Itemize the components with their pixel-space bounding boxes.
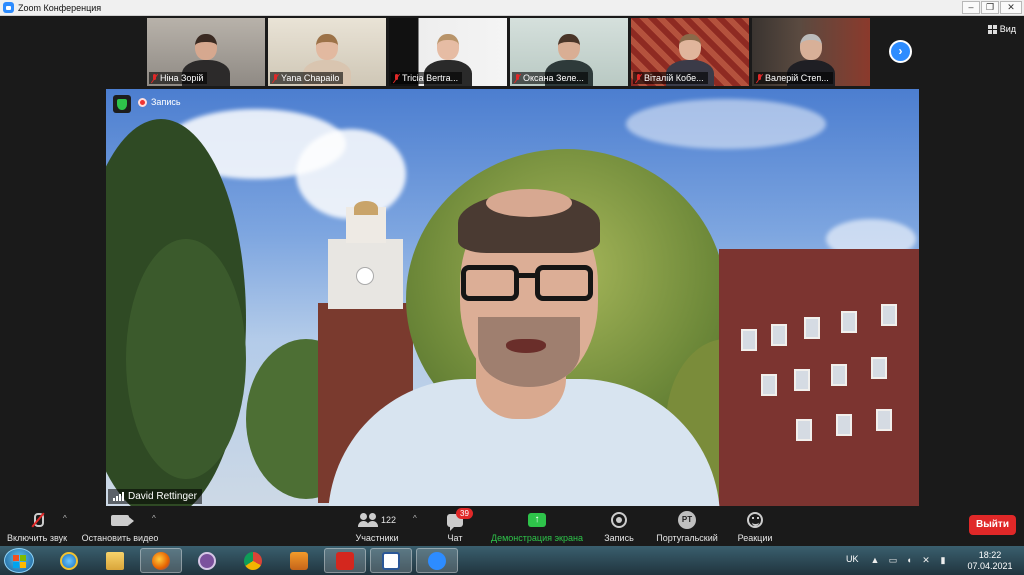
speaker-name-tag: David Rettinger	[108, 489, 202, 504]
view-button[interactable]: Вид	[987, 24, 1016, 34]
stop-video-label: Остановить видео	[81, 533, 159, 543]
network-error-tray-icon[interactable]: ✕	[921, 555, 931, 565]
participant-name: Ніна Зорій	[160, 73, 204, 83]
windows-taskbar: UK ▲ ▭ ◖ ✕ ▮ 18:22 07.04.2021	[0, 546, 1024, 575]
recording-indicator: Запись	[138, 97, 181, 107]
video-camera-icon	[111, 514, 134, 526]
participant-name: Tricia Bertra...	[402, 73, 459, 83]
participant-name: Yana Chapailo	[281, 73, 340, 83]
meeting-toolbar: Включить звук ^ Остановить видео ^ 122 У…	[0, 506, 1024, 546]
video-options-caret[interactable]: ^	[152, 514, 156, 523]
muted-mic-icon	[393, 73, 400, 83]
unmute-label: Включить звук	[6, 533, 68, 543]
encryption-shield-icon[interactable]	[113, 95, 131, 113]
audio-options-caret[interactable]: ^	[63, 514, 67, 523]
recording-label: Запись	[151, 97, 181, 107]
unmute-button[interactable]: Включить звук	[6, 510, 68, 543]
explorer-icon[interactable]	[94, 548, 136, 573]
share-screen-button[interactable]: ↑ Демонстрация экрана	[490, 510, 584, 543]
maximize-button[interactable]: ❐	[981, 1, 999, 14]
acrobat-icon[interactable]	[324, 548, 366, 573]
participants-count: 122	[380, 515, 397, 525]
zoom-app-icon	[3, 2, 14, 13]
word-icon[interactable]	[370, 548, 412, 573]
window-controls: – ❐ ✕	[962, 1, 1022, 14]
muted-mic-icon	[272, 73, 279, 83]
participants-icon	[357, 513, 378, 527]
recording-dot-icon	[138, 97, 147, 107]
ie-icon[interactable]	[48, 548, 90, 573]
close-button[interactable]: ✕	[1000, 1, 1022, 14]
media-player-icon[interactable]	[278, 548, 320, 573]
participant-thumbnail[interactable]: Yana Chapailo	[268, 18, 386, 86]
participants-button[interactable]: 122 Участники	[354, 510, 400, 543]
zoom-meeting-window: Zoom Конференция – ❐ ✕ Вид Ніна Зорій Ya…	[0, 0, 1024, 575]
participant-thumbnail[interactable]: Tricia Bertra...	[389, 18, 507, 86]
volume-tray-icon[interactable]: ◖	[904, 555, 914, 565]
keyboard-language[interactable]: UK	[846, 554, 859, 564]
signal-bars-icon	[113, 492, 124, 501]
muted-mic-icon	[756, 73, 763, 83]
participant-name: Валерій Степ...	[765, 73, 829, 83]
start-menu-button[interactable]	[4, 548, 34, 573]
system-clock[interactable]: 18:22 07.04.2021	[965, 550, 1015, 572]
stop-video-button[interactable]: Остановить видео	[82, 510, 158, 543]
reactions-button[interactable]: Реакции	[737, 510, 773, 543]
chat-unread-badge: 39	[456, 508, 473, 519]
participant-name: Оксана Зеле...	[523, 73, 584, 83]
participant-thumbnail-strip: Ніна Зорій Yana Chapailo Tricia Bertra..…	[147, 18, 870, 86]
speaker-name: David Rettinger	[128, 491, 197, 502]
participants-label: Участники	[355, 533, 399, 543]
clock-time: 18:22	[978, 550, 1002, 560]
record-icon	[611, 512, 627, 528]
language-interpretation-icon: PT	[678, 511, 696, 529]
record-label: Запись	[604, 533, 634, 543]
muted-mic-icon	[151, 73, 158, 83]
clock-date: 07.04.2021	[967, 561, 1013, 571]
zoom-icon[interactable]	[416, 548, 458, 573]
minimize-button[interactable]: –	[962, 1, 980, 14]
title-bar: Zoom Конференция – ❐ ✕	[0, 0, 1024, 16]
share-screen-icon: ↑	[528, 513, 546, 527]
smiley-reaction-icon	[747, 512, 763, 528]
interpretation-button[interactable]: PT Португальский	[655, 510, 719, 543]
participant-thumbnail[interactable]: Оксана Зеле...	[510, 18, 628, 86]
chrome-icon[interactable]	[232, 548, 274, 573]
tray-expand-icon[interactable]: ▲	[870, 555, 880, 565]
chat-label: Чат	[447, 533, 463, 543]
view-button-label: Вид	[999, 24, 1016, 34]
muted-mic-icon	[635, 73, 642, 83]
next-page-button[interactable]: ›	[889, 40, 912, 63]
viber-icon[interactable]	[186, 548, 228, 573]
active-speaker-video: Запись David Rettinger	[106, 89, 919, 506]
window-title: Zoom Конференция	[18, 2, 102, 13]
monitor-tray-icon[interactable]: ▭	[888, 555, 898, 565]
grid-view-icon	[987, 24, 997, 34]
participant-thumbnail[interactable]: Ніна Зорій	[147, 18, 265, 86]
participant-thumbnail[interactable]: Віталій Кобе...	[631, 18, 749, 86]
leave-meeting-button[interactable]: Выйти	[969, 515, 1016, 535]
participants-options-caret[interactable]: ^	[413, 514, 417, 523]
share-screen-label: Демонстрация экрана	[491, 533, 583, 543]
muted-mic-icon	[514, 73, 521, 83]
participant-thumbnail[interactable]: Валерій Степ...	[752, 18, 870, 86]
signal-tray-icon[interactable]: ▮	[938, 555, 948, 565]
interpretation-label: Португальский	[656, 533, 718, 543]
record-button[interactable]: Запись	[602, 510, 636, 543]
participant-name: Віталій Кобе...	[644, 73, 704, 83]
muted-microphone-icon	[32, 513, 44, 527]
firefox-icon[interactable]	[140, 548, 182, 573]
reactions-label: Реакции	[737, 533, 773, 543]
